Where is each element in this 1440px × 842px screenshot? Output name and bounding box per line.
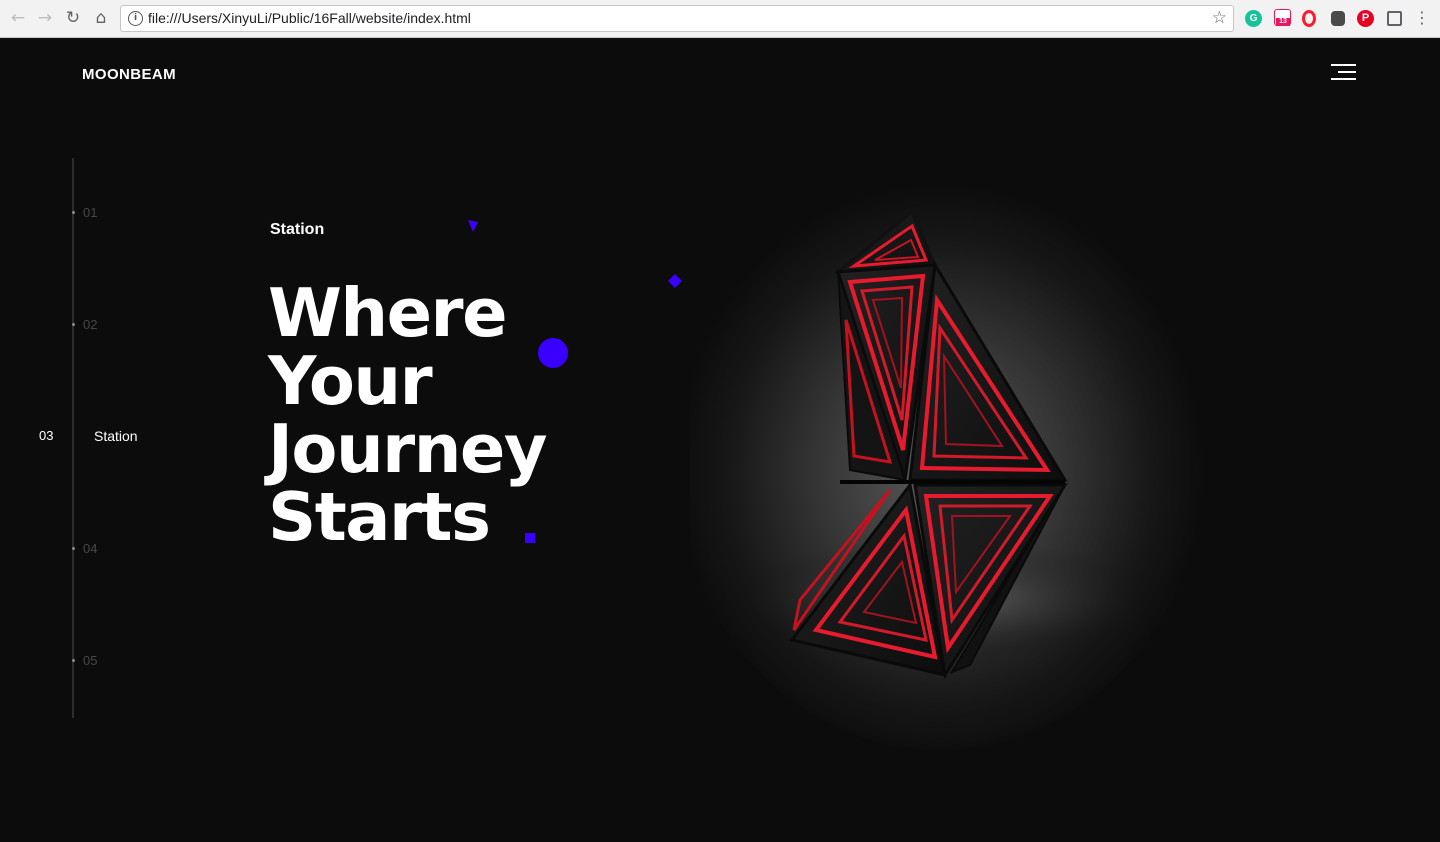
rail-item-05[interactable]: 05 <box>83 653 97 668</box>
brand-logo[interactable]: MOONBEAM <box>82 66 176 83</box>
accent-square-shape <box>525 533 535 543</box>
rail-item-03-label[interactable]: Station <box>94 428 138 444</box>
rail-item-01[interactable]: 01 <box>83 205 97 220</box>
rail-item-02[interactable]: 02 <box>83 317 97 332</box>
rail-marker <box>72 211 75 214</box>
rail-marker <box>72 659 75 662</box>
opera-extension-icon[interactable] <box>1302 10 1316 27</box>
browser-menu-icon[interactable]: ⋮ <box>1411 7 1433 29</box>
section-eyebrow: Station <box>270 221 325 238</box>
rail-marker <box>72 323 75 326</box>
grammarly-extension-icon[interactable]: G <box>1245 10 1262 27</box>
accent-triangle-shape <box>468 220 478 232</box>
rail-marker <box>72 547 75 550</box>
headline-line: Your <box>268 342 433 420</box>
accent-diamond-shape <box>668 274 682 288</box>
rail-item-04[interactable]: 04 <box>83 541 97 556</box>
browser-toolbar: ← → ↻ ⌂ i file:///Users/XinyuLi/Public/1… <box>0 0 1440 38</box>
accent-circle-shape <box>538 338 568 368</box>
headline-line: Where <box>268 274 508 352</box>
calendar-extension-icon[interactable]: 13 <box>1274 9 1291 26</box>
back-arrow-icon[interactable]: ← <box>7 7 29 29</box>
hero-headline: Where Your Journey Starts <box>268 274 548 556</box>
home-icon[interactable]: ⌂ <box>90 7 112 29</box>
section-progress-rail <box>72 158 74 718</box>
headline-line: Journey <box>268 410 548 488</box>
bookmark-star-icon[interactable]: ☆ <box>1212 8 1227 28</box>
forward-arrow-icon[interactable]: → <box>34 7 56 29</box>
headline-line: Starts <box>268 478 491 556</box>
url-text[interactable]: file:///Users/XinyuLi/Public/16Fall/webs… <box>148 10 471 26</box>
square-extension-icon[interactable] <box>1387 11 1402 26</box>
rail-item-03[interactable]: 03 <box>39 428 53 443</box>
evernote-extension-icon[interactable] <box>1331 11 1345 26</box>
reload-icon[interactable]: ↻ <box>62 7 84 29</box>
site-info-icon[interactable]: i <box>128 11 143 26</box>
pinterest-extension-icon[interactable]: P <box>1357 10 1374 27</box>
hero-artwork-sculpture <box>690 170 1205 750</box>
address-bar[interactable]: i file:///Users/XinyuLi/Public/16Fall/we… <box>120 5 1234 32</box>
hamburger-menu-icon[interactable] <box>1331 64 1356 82</box>
